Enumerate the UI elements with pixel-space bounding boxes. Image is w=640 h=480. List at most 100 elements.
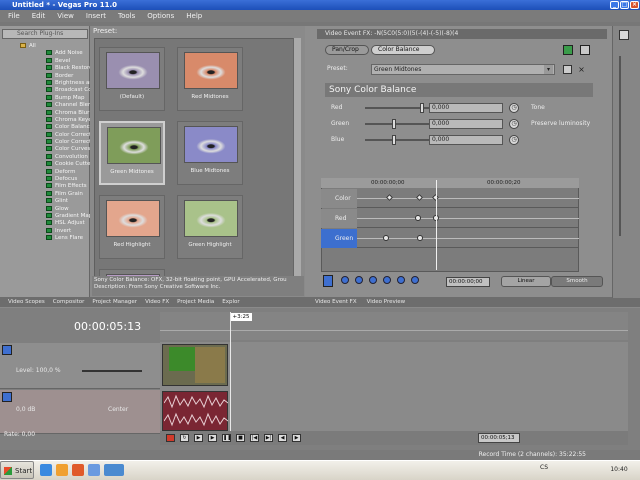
animate-clock-icon[interactable]: ◷ [509, 135, 519, 145]
video-clip[interactable] [162, 344, 228, 386]
close-button[interactable]: × [630, 1, 639, 9]
plugin-chain-icon[interactable] [563, 45, 573, 55]
save-preset-icon[interactable] [563, 65, 572, 74]
dock-tab[interactable]: Video FX [145, 299, 169, 305]
preset-scrollbar[interactable] [293, 38, 301, 296]
preset-thumbnail[interactable]: Green Midtones [99, 121, 165, 185]
preset-thumbnail[interactable]: Blue Midtones [177, 121, 243, 185]
menu-item[interactable]: Tools [118, 12, 135, 20]
slider-knob[interactable] [420, 103, 425, 113]
loop-button[interactable]: ↻ [180, 434, 189, 442]
minimize-button[interactable]: _ [610, 1, 619, 9]
delete-preset-icon[interactable]: × [577, 65, 586, 74]
preset-thumbnail[interactable]: Green Highlight [177, 195, 243, 259]
vefx-preset-select[interactable]: Green Midtones ▾ [371, 64, 555, 75]
pause-button[interactable]: ❚❚ [222, 434, 231, 442]
quicklaunch-icon[interactable] [40, 464, 52, 476]
param-value[interactable]: 0,000 [429, 119, 503, 129]
preset-thumbnail[interactable]: Red Midtones [177, 47, 243, 111]
dock-tab[interactable]: Compositor [53, 299, 85, 305]
preset-thumbnail[interactable]: (Default) [99, 47, 165, 111]
keyframe-marker[interactable] [385, 193, 394, 202]
param-value[interactable]: 0,000 [429, 135, 503, 145]
menu-item[interactable]: Options [147, 12, 174, 20]
plugin-item[interactable]: Cookie Cutter [0, 161, 90, 168]
prev-frame-button[interactable]: ◀ [278, 434, 287, 442]
timeline-cursor[interactable] [230, 312, 231, 438]
plugin-item[interactable]: Glint [0, 198, 90, 205]
transport-time[interactable]: 00:00:05;13 [478, 433, 520, 443]
menu-item[interactable]: Help [186, 12, 202, 20]
keyframe-marker[interactable] [415, 193, 424, 202]
preview-settings-icon[interactable] [619, 30, 629, 40]
chain-pan-crop[interactable]: Pan/Crop [325, 45, 369, 55]
dock-tab[interactable]: Video Scopes [8, 299, 45, 305]
plugin-item[interactable]: Bevel [0, 57, 90, 65]
add-keyframe-button[interactable] [369, 276, 377, 284]
plugin-item[interactable]: Deform [0, 168, 90, 176]
start-button[interactable]: Start [0, 461, 34, 479]
audio-track-header[interactable]: 0,0 dB Center [0, 390, 160, 434]
plugin-item[interactable]: Invert [0, 227, 90, 235]
plugin-item[interactable]: Add Noise [0, 50, 90, 57]
keyframe-row[interactable]: Green [321, 229, 579, 248]
sync-cursor-icon[interactable] [323, 275, 333, 287]
keyframe-marker[interactable] [383, 235, 389, 241]
play-from-start-button[interactable]: ▶ [194, 434, 203, 442]
plugin-item[interactable]: Color Corrector [0, 131, 90, 139]
last-keyframe-button[interactable] [411, 276, 419, 284]
param-value[interactable]: 0,000 [429, 103, 503, 113]
dock-tab[interactable]: Video Preview [367, 299, 406, 305]
audio-clip[interactable] [162, 391, 228, 431]
slider-knob[interactable] [392, 135, 396, 145]
plugin-item[interactable]: Broadcast Colors [0, 87, 90, 94]
linear-button[interactable]: Linear [501, 276, 551, 287]
keyframe-row[interactable]: Color B... [321, 189, 579, 221]
next-keyframe-button[interactable] [397, 276, 405, 284]
go-to-start-button[interactable]: |◀ [250, 434, 259, 442]
plugin-item[interactable]: Color Balance [0, 124, 90, 131]
plugin-item[interactable]: Chroma Keyer [0, 116, 90, 124]
tree-root[interactable]: All [0, 43, 90, 50]
plugin-item[interactable]: Film Effects [0, 183, 90, 190]
keyframe-time[interactable]: 00:00:00;00 [446, 277, 490, 287]
plugin-item[interactable]: HSL Adjust [0, 220, 90, 227]
keyframe-marker[interactable] [415, 215, 421, 221]
prev-keyframe-button[interactable] [355, 276, 363, 284]
stop-button[interactable]: ■ [236, 434, 245, 442]
menu-item[interactable]: Insert [86, 12, 106, 20]
animate-clock-icon[interactable]: ◷ [509, 119, 519, 129]
plugin-search-input[interactable]: Search Plug-Ins [2, 29, 88, 39]
splitter[interactable] [619, 56, 621, 236]
menu-item[interactable]: Edit [32, 12, 46, 20]
quicklaunch-icon[interactable] [88, 464, 100, 476]
plugin-item[interactable]: Color Curves [0, 146, 90, 153]
keyframe-row[interactable]: Red [321, 209, 579, 228]
plugin-item[interactable]: Bump Map [0, 94, 90, 102]
keyframe-cursor[interactable] [436, 180, 437, 270]
video-track-header[interactable]: Level: 100,0 % [0, 343, 160, 389]
preset-thumbnail[interactable]: Red Highlight [99, 195, 165, 259]
chain-color-balance[interactable]: Color Balance [371, 45, 435, 55]
dock-tab[interactable]: Explor [222, 299, 239, 305]
plugin-item[interactable]: Film Grain [0, 190, 90, 198]
plugin-item[interactable]: Channel Blend [0, 102, 90, 109]
plugin-item[interactable]: Lens Flare [0, 235, 90, 242]
plugin-item[interactable]: Defocus [0, 176, 90, 183]
dock-tab[interactable]: Video Event FX [315, 299, 357, 305]
dock-tab[interactable]: Project Media [177, 299, 214, 305]
taskbar-app[interactable] [104, 464, 124, 476]
slider-knob[interactable] [392, 119, 396, 129]
language-indicator[interactable]: CS [540, 464, 548, 471]
first-keyframe-button[interactable] [341, 276, 349, 284]
quicklaunch-icon[interactable] [56, 464, 68, 476]
menu-item[interactable]: View [57, 12, 74, 20]
menu-item[interactable]: File [8, 12, 20, 20]
plugin-item[interactable]: Convolution Kernel [0, 153, 90, 161]
smooth-button[interactable]: Smooth [551, 276, 603, 287]
go-to-end-button[interactable]: ▶| [264, 434, 273, 442]
maximize-button[interactable]: □ [620, 1, 629, 9]
play-button[interactable]: ▶ [208, 434, 217, 442]
plugin-item[interactable]: Black Restore [0, 65, 90, 72]
plugin-item[interactable]: Border [0, 72, 90, 80]
